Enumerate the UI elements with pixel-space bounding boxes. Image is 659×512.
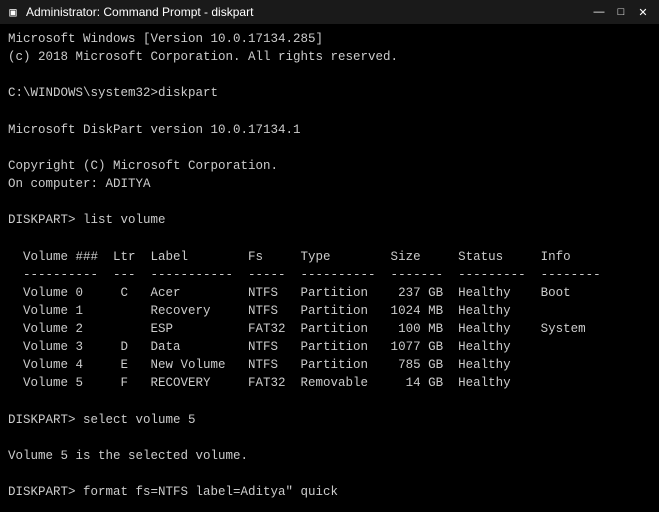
close-button[interactable]: ✕ [633, 4, 653, 20]
window-title: Administrator: Command Prompt - diskpart [26, 5, 253, 19]
maximize-button[interactable]: □ [611, 4, 631, 20]
minimize-button[interactable]: — [589, 4, 609, 20]
console-area: Microsoft Windows [Version 10.0.17134.28… [0, 24, 659, 512]
console-icon: ▣ [6, 5, 20, 19]
console-output: Microsoft Windows [Version 10.0.17134.28… [8, 30, 651, 512]
title-bar: ▣ Administrator: Command Prompt - diskpa… [0, 0, 659, 24]
